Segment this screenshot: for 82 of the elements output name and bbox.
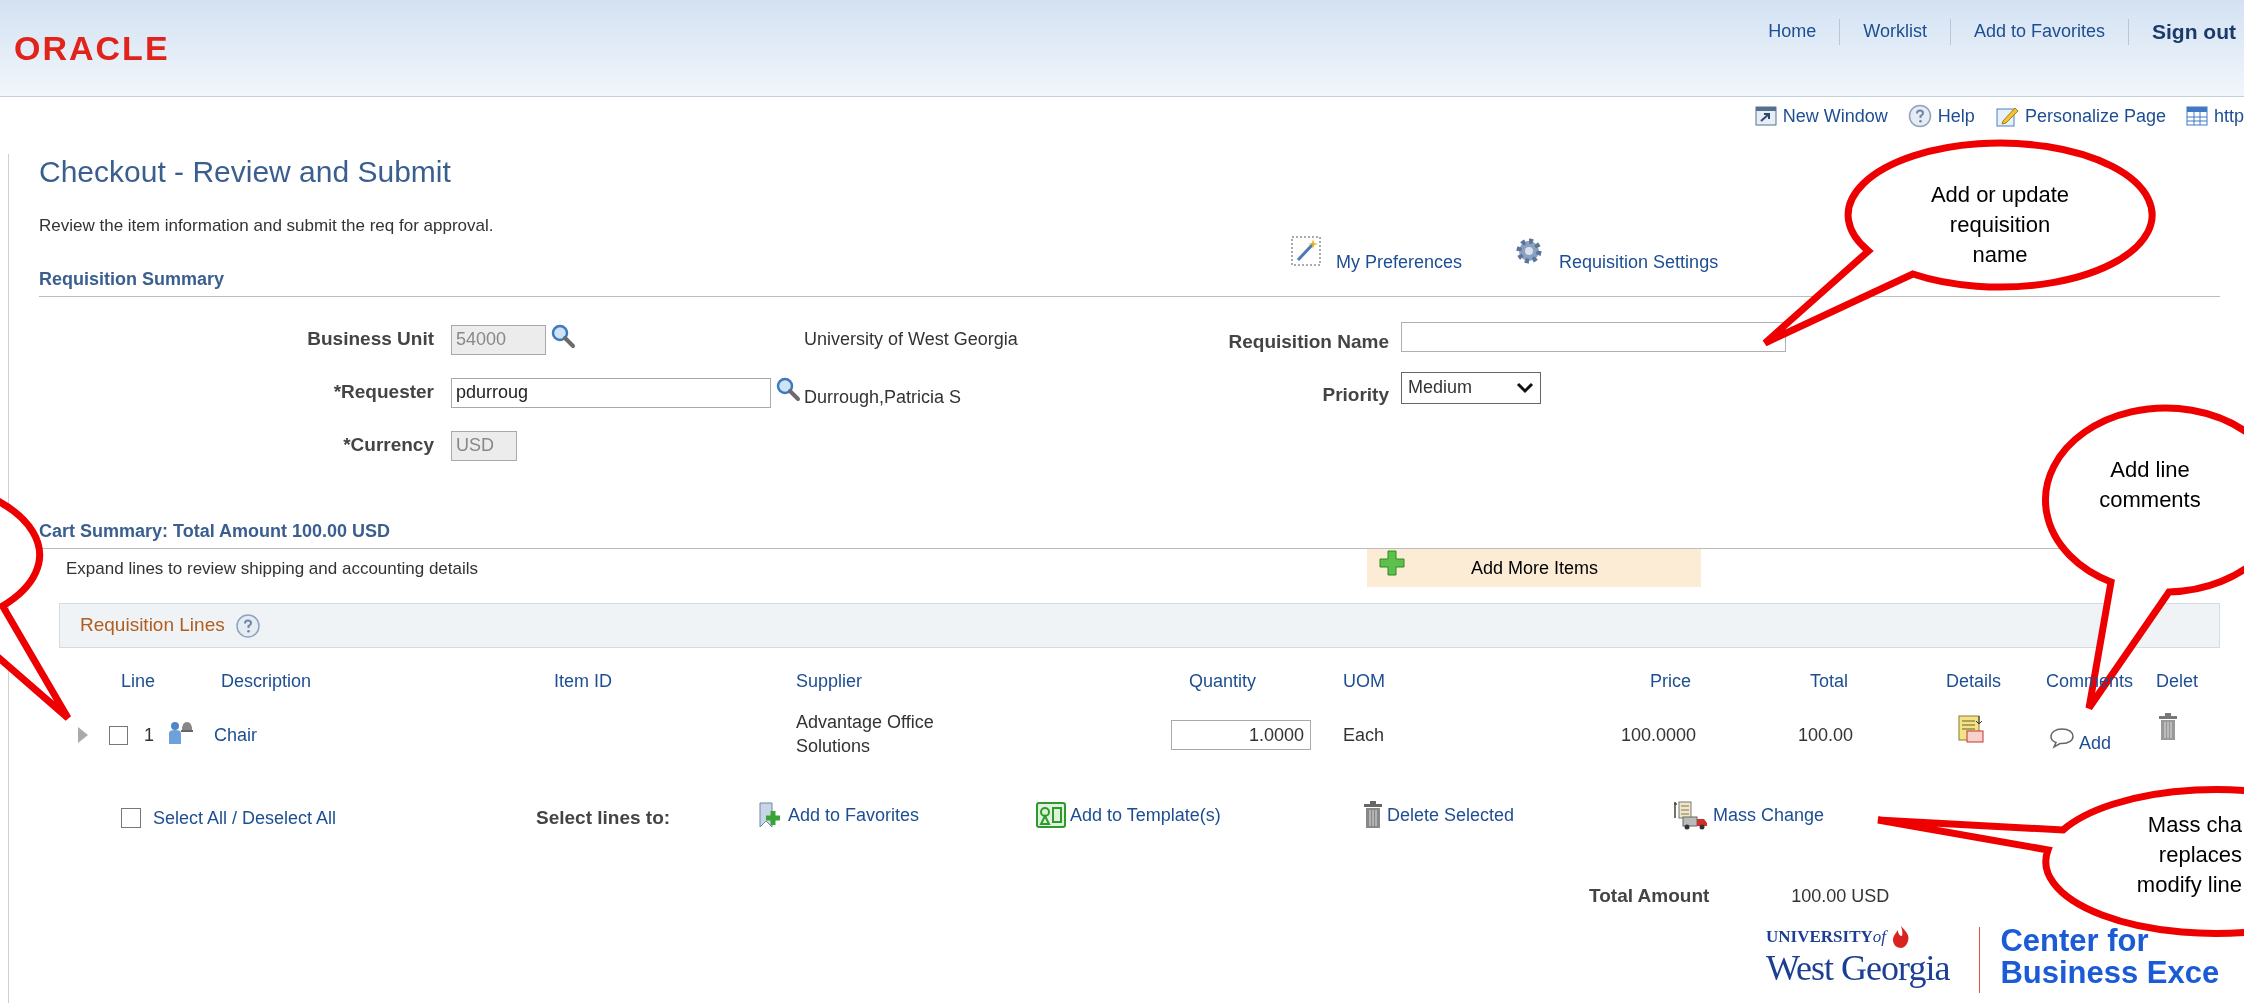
toolbar-link[interactable]: Personalize Page bbox=[2024, 102, 2166, 130]
table-icon bbox=[2185, 106, 2208, 126]
callout-text: comments bbox=[2098, 486, 2202, 514]
action-link[interactable]: Delete Selected bbox=[1387, 801, 1515, 829]
field-label: Select lines to: bbox=[536, 806, 671, 828]
checkbox[interactable] bbox=[109, 725, 128, 745]
nav-link[interactable]: Worklist bbox=[1840, 18, 1950, 46]
text-input[interactable]: pdurroug bbox=[451, 377, 771, 408]
column-header[interactable]: Supplier bbox=[796, 670, 863, 691]
column-header[interactable]: Delet bbox=[2156, 670, 2199, 691]
help-icon bbox=[234, 612, 261, 639]
template-icon bbox=[1036, 802, 1066, 828]
nav-link[interactable]: Home bbox=[1745, 18, 1840, 46]
grid-title: Requisition Lines bbox=[80, 613, 225, 638]
university-wordmark: West Georgia bbox=[1766, 949, 1950, 987]
callout-text: requisition bbox=[1948, 211, 2052, 239]
chevron-down-icon bbox=[1516, 381, 1534, 394]
checkbox[interactable] bbox=[121, 808, 141, 828]
item-link[interactable]: Chair bbox=[214, 724, 257, 745]
action-link[interactable]: Add to Template(s) bbox=[1070, 801, 1221, 829]
column-header[interactable]: Total bbox=[1809, 670, 1848, 691]
field-label: *Currency bbox=[343, 434, 434, 456]
plus-icon bbox=[1379, 550, 1405, 576]
field-label: Requisition Name bbox=[1228, 331, 1389, 353]
university-wordmark: UNIVERSITYof bbox=[1766, 928, 1886, 946]
instructions-text: Review the item information and submit the req for approval. bbox=[39, 216, 494, 235]
supplier-text: Advantage Office Solutions bbox=[796, 712, 934, 756]
trash-icon bbox=[1363, 801, 1383, 829]
field-label: *Requester bbox=[333, 381, 434, 403]
field-label: Priority bbox=[1322, 384, 1389, 406]
callout-text: Add line bbox=[2109, 456, 2191, 484]
center-wordmark: Business Exce bbox=[2000, 957, 2220, 989]
oracle-logo: ORACLE bbox=[14, 31, 170, 65]
caret-right-icon[interactable] bbox=[76, 726, 90, 744]
toolbar-link[interactable]: Help bbox=[1937, 102, 1975, 130]
wand-icon bbox=[1291, 236, 1321, 266]
truck-list-icon bbox=[1673, 800, 1709, 830]
toolbar-link[interactable]: New Window bbox=[1782, 102, 1888, 130]
callout-text: Add or update bbox=[1929, 181, 2071, 209]
field-label: Total Amount bbox=[1589, 883, 1710, 908]
column-header[interactable]: Description bbox=[221, 670, 312, 691]
column-header[interactable]: UOM bbox=[1343, 670, 1385, 691]
speech-bubble-icon bbox=[2049, 726, 2075, 749]
center-wordmark: Center for bbox=[2000, 925, 2150, 957]
field-label: Business Unit bbox=[307, 328, 434, 350]
column-header[interactable]: Price bbox=[1650, 670, 1691, 691]
action-link[interactable]: Mass Change bbox=[1713, 801, 1825, 829]
line-number: 1 bbox=[144, 723, 154, 747]
document-list-icon bbox=[1957, 713, 1985, 744]
new-window-icon bbox=[1754, 106, 1777, 126]
price-text: 100.0000 bbox=[1620, 724, 1696, 745]
select-all-link[interactable]: Select All / Deselect All bbox=[153, 804, 337, 832]
column-header[interactable]: Quantity bbox=[1189, 670, 1257, 691]
toolbar-link[interactable]: http bbox=[2213, 102, 2244, 130]
description-text: University of West Georgia bbox=[804, 329, 1018, 349]
callout-text: modify line bbox=[2135, 871, 2242, 899]
add-more-items-button[interactable]: Add More Items bbox=[1367, 549, 1701, 587]
column-header[interactable]: Line bbox=[121, 670, 156, 691]
total-text: 100.00 bbox=[1797, 724, 1853, 745]
total-amount-text: 100.00 USD bbox=[1791, 884, 1890, 908]
section-heading: Requisition Summary bbox=[39, 269, 225, 289]
section-heading: Cart Summary: Total Amount 100.00 USD bbox=[39, 521, 391, 541]
callout-text: replaces bbox=[2157, 841, 2242, 869]
uom-text: Each bbox=[1343, 724, 1385, 745]
add-comment-link[interactable]: Add bbox=[2079, 729, 2112, 757]
quantity-input[interactable]: 1.0000 bbox=[1171, 720, 1311, 750]
callout-text: Mass cha bbox=[2146, 811, 2242, 839]
priority-select[interactable]: Medium bbox=[1401, 371, 1541, 404]
hint-text: Expand lines to review shipping and accounting details bbox=[66, 559, 479, 579]
help-icon bbox=[1907, 104, 1932, 128]
column-header[interactable]: Details bbox=[1946, 670, 2002, 691]
action-link[interactable]: Add to Favorites bbox=[788, 801, 920, 829]
nav-link[interactable]: Sign out bbox=[2129, 16, 2244, 48]
settings-link[interactable]: Requisition Settings bbox=[1559, 249, 1719, 276]
callout-text: name bbox=[1971, 241, 2029, 269]
trash-icon bbox=[2158, 712, 2178, 741]
description-text: Durrough,Patricia S bbox=[804, 387, 962, 407]
text-input[interactable] bbox=[1401, 321, 1786, 352]
page-title: Checkout - Review and Submit bbox=[39, 154, 452, 190]
column-header[interactable]: Item ID bbox=[554, 670, 612, 691]
settings-link[interactable]: My Preferences bbox=[1336, 249, 1463, 276]
nav-link[interactable]: Add to Favorites bbox=[1950, 18, 2128, 46]
